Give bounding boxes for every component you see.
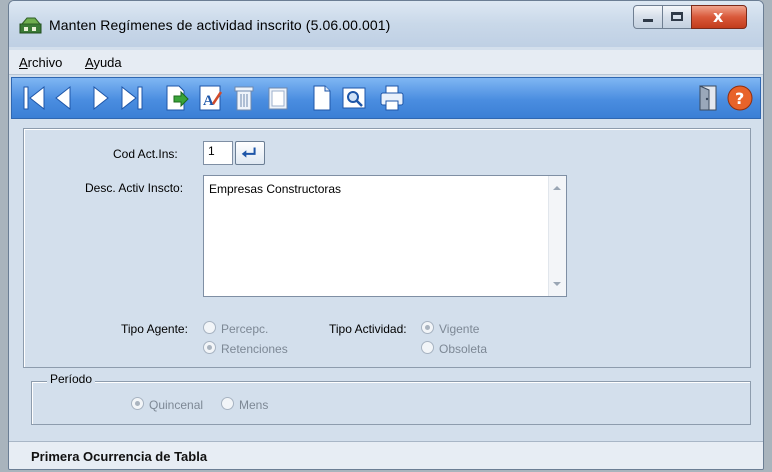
tipo-agente-label: Tipo Agente:: [121, 322, 188, 336]
edit-text-icon: A: [199, 85, 223, 111]
app-window: Manten Regímenes de actividad inscrito (…: [8, 0, 764, 470]
lookup-button[interactable]: [235, 141, 265, 165]
radio-vigente[interactable]: [421, 321, 434, 334]
insert-button[interactable]: [162, 82, 190, 114]
menu-ayuda[interactable]: Ayuda: [85, 55, 122, 70]
desc-label: Desc. Activ Inscto:: [85, 181, 184, 195]
radio-retenciones[interactable]: [203, 341, 216, 354]
exit-button[interactable]: [694, 82, 722, 114]
vigente-label: Vigente: [439, 322, 480, 336]
desc-scrollbar[interactable]: [548, 176, 566, 296]
scroll-down-icon[interactable]: [553, 282, 561, 286]
enter-arrow-icon: [241, 147, 256, 158]
title-bar[interactable]: Manten Regímenes de actividad inscrito (…: [9, 1, 763, 47]
radio-quincenal[interactable]: [131, 397, 144, 410]
status-bar: Primera Ocurrencia de Tabla: [9, 441, 763, 469]
minimize-button[interactable]: [633, 5, 663, 29]
magnifier-document-icon: [342, 87, 366, 109]
desc-textarea[interactable]: Empresas Constructoras: [203, 175, 567, 297]
exit-door-icon: [699, 85, 717, 111]
toolbar: A ?: [11, 77, 761, 119]
desc-text: Empresas Constructoras: [209, 182, 342, 196]
edit-button[interactable]: A: [196, 82, 224, 114]
tipo-actividad-label: Tipo Actividad:: [329, 322, 407, 336]
close-button[interactable]: x: [691, 5, 747, 29]
window-title: Manten Regímenes de actividad inscrito (…: [49, 17, 391, 33]
frame-icon: [268, 87, 288, 110]
retenciones-label: Retenciones: [221, 342, 288, 356]
quincenal-label: Quincenal: [149, 398, 204, 412]
first-record-button[interactable]: [20, 82, 48, 114]
help-icon: ?: [727, 85, 753, 111]
obsoleta-label: Obsoleta: [439, 342, 488, 356]
help-button[interactable]: ?: [726, 82, 754, 114]
previous-record-button[interactable]: [50, 82, 78, 114]
mens-label: Mens: [239, 398, 269, 412]
periodo-title: Período: [47, 372, 96, 386]
radio-mens[interactable]: [221, 397, 234, 410]
last-record-icon: [121, 85, 143, 111]
last-record-button[interactable]: [118, 82, 146, 114]
menu-archivo[interactable]: Archivo: [19, 55, 62, 70]
maximize-button[interactable]: [662, 5, 692, 29]
cod-input[interactable]: 1: [203, 141, 233, 165]
next-record-button[interactable]: [86, 82, 114, 114]
radio-obsoleta[interactable]: [421, 341, 434, 354]
svg-text:A: A: [203, 93, 214, 109]
cod-label: Cod Act.Ins:: [113, 147, 178, 161]
minimize-icon: [643, 19, 653, 22]
preview-button[interactable]: [340, 82, 368, 114]
first-record-icon: [23, 85, 45, 111]
status-text: Primera Ocurrencia de Tabla: [31, 449, 208, 464]
printer-icon: [380, 85, 404, 111]
delete-button[interactable]: [230, 82, 258, 114]
radio-percepc[interactable]: [203, 321, 216, 334]
maximize-icon: [671, 12, 683, 21]
menu-bar: Archivo Ayuda: [9, 50, 763, 75]
blank-page-icon: [313, 85, 331, 111]
app-icon: [19, 15, 43, 35]
scroll-up-icon[interactable]: [553, 186, 561, 190]
percepc-label: Percepc.: [221, 322, 269, 336]
next-icon: [93, 85, 109, 111]
duplicate-button[interactable]: [264, 82, 292, 114]
close-icon: x: [713, 7, 724, 26]
new-document-button[interactable]: [308, 82, 336, 114]
svg-text:?: ?: [735, 89, 744, 108]
trash-icon: [234, 86, 254, 111]
previous-icon: [55, 85, 71, 111]
document-arrow-icon: [166, 85, 189, 111]
print-button[interactable]: [378, 82, 406, 114]
